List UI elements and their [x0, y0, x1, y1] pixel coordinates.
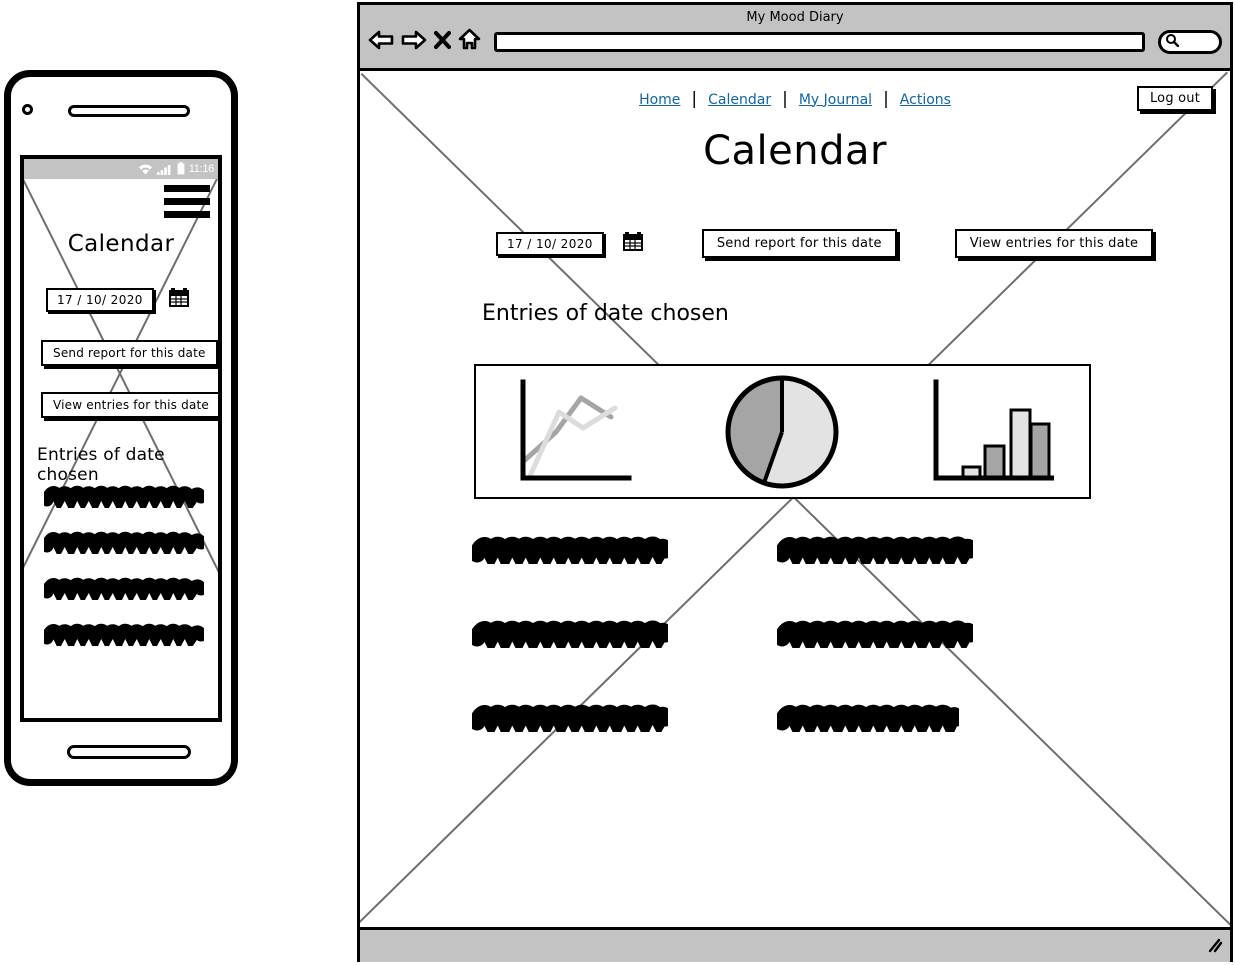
home-button-icon[interactable] — [67, 745, 191, 759]
browser-toolbar — [360, 25, 1230, 55]
stop-x-icon[interactable] — [434, 30, 451, 54]
browser-window-title: My Mood Diary — [746, 10, 844, 25]
list-item — [40, 576, 208, 606]
date-input[interactable]: 17 / 10/ 2020 — [46, 288, 154, 312]
search-magnifier-icon — [1165, 32, 1180, 51]
signal-bars-icon — [156, 160, 173, 179]
list-item — [468, 534, 772, 574]
entries-grid — [468, 534, 1092, 786]
back-arrow-icon[interactable] — [368, 29, 394, 55]
hamburger-menu-icon[interactable] — [164, 185, 210, 224]
bar-chart — [885, 374, 1089, 489]
resize-grip-icon[interactable] — [1206, 936, 1223, 957]
forward-arrow-icon[interactable] — [401, 29, 427, 55]
phone-entries-list — [40, 484, 208, 668]
send-report-button[interactable]: Send report for this date — [41, 340, 218, 366]
list-item — [773, 534, 1077, 574]
list-item — [773, 618, 1077, 658]
phone-section-subtitle: Entries of date chosen — [37, 445, 165, 485]
entries-column-left — [468, 534, 772, 786]
wireframe-canvas: 11:16 Calendar 17 / 10/ 2020 Send report… — [0, 0, 1235, 965]
browser-chrome: My Mood Diary — [360, 5, 1230, 71]
search-input[interactable] — [1158, 29, 1222, 54]
placeholder-x-line — [360, 71, 1228, 927]
phone-date-row: 17 / 10/ 2020 — [46, 287, 190, 313]
list-item — [468, 618, 772, 658]
phone-page-body: Calendar 17 / 10/ 2020 Send report for t… — [24, 179, 218, 718]
section-subtitle: Entries of date chosen — [482, 301, 729, 326]
charts-panel — [474, 364, 1091, 499]
list-item — [773, 702, 1077, 742]
list-item — [40, 484, 208, 514]
calendar-icon[interactable] — [168, 287, 190, 313]
phone-status-bar: 11:16 — [24, 159, 218, 179]
front-camera-icon — [22, 104, 33, 115]
sidebar-item-calendar[interactable]: Calendar — [697, 92, 782, 108]
main-navigation: Home | Calendar | My Journal | Actions — [360, 91, 1230, 108]
sidebar-item-my-journal[interactable]: My Journal — [788, 92, 883, 108]
phone-page-title: Calendar — [67, 231, 175, 257]
logout-button[interactable]: Log out — [1136, 86, 1213, 111]
date-input[interactable]: 17 / 10/ 2020 — [496, 231, 604, 256]
placeholder-x-line — [360, 73, 1230, 927]
view-entries-button[interactable]: View entries for this date — [41, 392, 218, 418]
browser-window: My Mood Diary Home | Calendar | My Journ… — [357, 2, 1233, 962]
browser-status-bar — [360, 927, 1230, 962]
pie-chart — [680, 373, 884, 491]
entries-column-right — [773, 534, 1077, 786]
browser-page-content: Home | Calendar | My Journal | Actions L… — [360, 71, 1230, 927]
view-entries-button[interactable]: View entries for this date — [954, 229, 1154, 258]
calendar-icon[interactable] — [622, 231, 644, 257]
url-input[interactable] — [494, 31, 1145, 52]
list-item — [40, 622, 208, 652]
home-icon[interactable] — [458, 28, 481, 55]
sidebar-item-home[interactable]: Home — [628, 92, 691, 108]
list-item — [468, 702, 772, 742]
status-bar-clock: 11:16 — [188, 163, 215, 175]
page-title: Calendar — [703, 128, 887, 174]
phone-mockup: 11:16 Calendar 17 / 10/ 2020 Send report… — [4, 70, 238, 786]
send-report-button[interactable]: Send report for this date — [701, 229, 897, 258]
list-item — [40, 530, 208, 560]
earpiece-speaker-icon — [68, 105, 190, 117]
battery-icon — [177, 160, 185, 179]
sidebar-item-actions[interactable]: Actions — [889, 92, 962, 108]
wifi-icon — [138, 160, 153, 179]
line-chart — [476, 374, 680, 489]
phone-screen: 11:16 Calendar 17 / 10/ 2020 Send report… — [20, 155, 222, 722]
date-controls-row: 17 / 10/ 2020 Send report for this date … — [496, 229, 1154, 258]
